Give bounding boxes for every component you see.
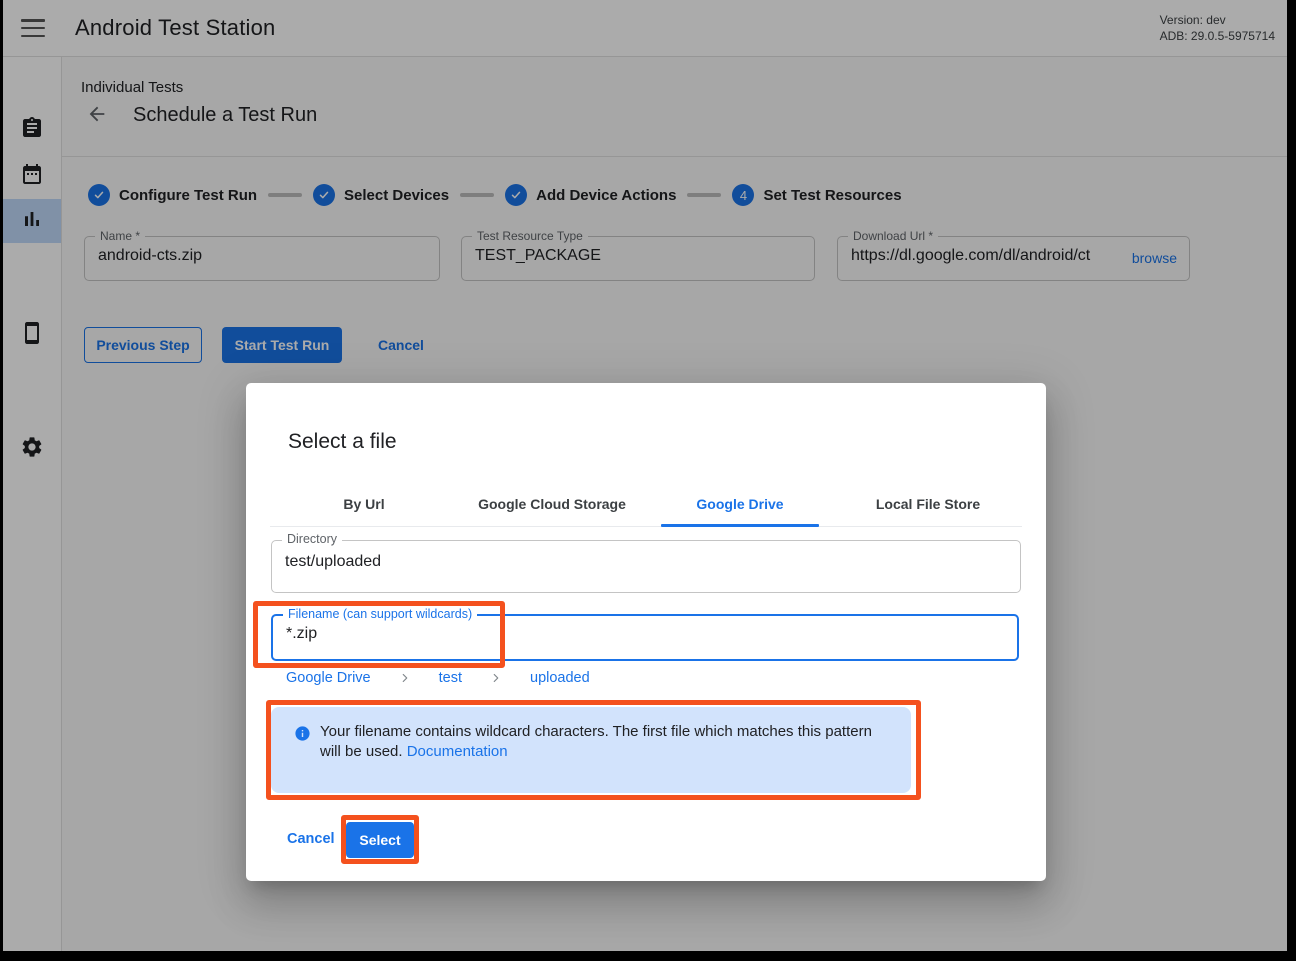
directory-field: Directory: [271, 540, 1021, 593]
drive-breadcrumb: Google Drive test uploaded: [286, 670, 590, 686]
chevron-right-icon: [398, 671, 412, 685]
dialog-cancel-button[interactable]: Cancel: [287, 831, 335, 847]
directory-field-label: Directory: [282, 532, 342, 546]
chevron-right-icon: [489, 671, 503, 685]
info-icon: [294, 725, 311, 742]
filename-field-label: Filename (can support wildcards): [283, 607, 477, 621]
documentation-link[interactable]: Documentation: [407, 743, 508, 760]
tab-label: Google Drive: [696, 496, 783, 512]
wildcard-info-banner: Your filename contains wildcard characte…: [271, 707, 911, 793]
tab-label: Google Cloud Storage: [478, 496, 626, 512]
filename-input[interactable]: [286, 625, 1007, 643]
breadcrumb-item-test[interactable]: test: [439, 670, 462, 686]
tab-label: By Url: [343, 496, 384, 512]
screen: Android Test Station Version: dev ADB: 2…: [0, 0, 1296, 961]
filename-field: Filename (can support wildcards): [271, 614, 1019, 661]
dialog-title: Select a file: [288, 430, 397, 454]
dialog-tabs: By Url Google Cloud Storage Google Drive…: [270, 481, 1022, 527]
tab-google-drive[interactable]: Google Drive: [646, 481, 834, 526]
select-file-dialog: Select a file By Url Google Cloud Storag…: [246, 383, 1046, 881]
breadcrumb-item-google-drive[interactable]: Google Drive: [286, 670, 371, 686]
breadcrumb-item-uploaded[interactable]: uploaded: [530, 670, 590, 686]
tab-local-file-store[interactable]: Local File Store: [834, 481, 1022, 526]
tab-google-cloud-storage[interactable]: Google Cloud Storage: [458, 481, 646, 526]
directory-input[interactable]: [285, 553, 1010, 571]
tab-label: Local File Store: [876, 496, 980, 512]
tab-by-url[interactable]: By Url: [270, 481, 458, 526]
info-banner-text: Your filename contains wildcard characte…: [320, 722, 885, 761]
dialog-select-button[interactable]: Select: [346, 822, 414, 858]
active-tab-indicator: [661, 524, 819, 527]
